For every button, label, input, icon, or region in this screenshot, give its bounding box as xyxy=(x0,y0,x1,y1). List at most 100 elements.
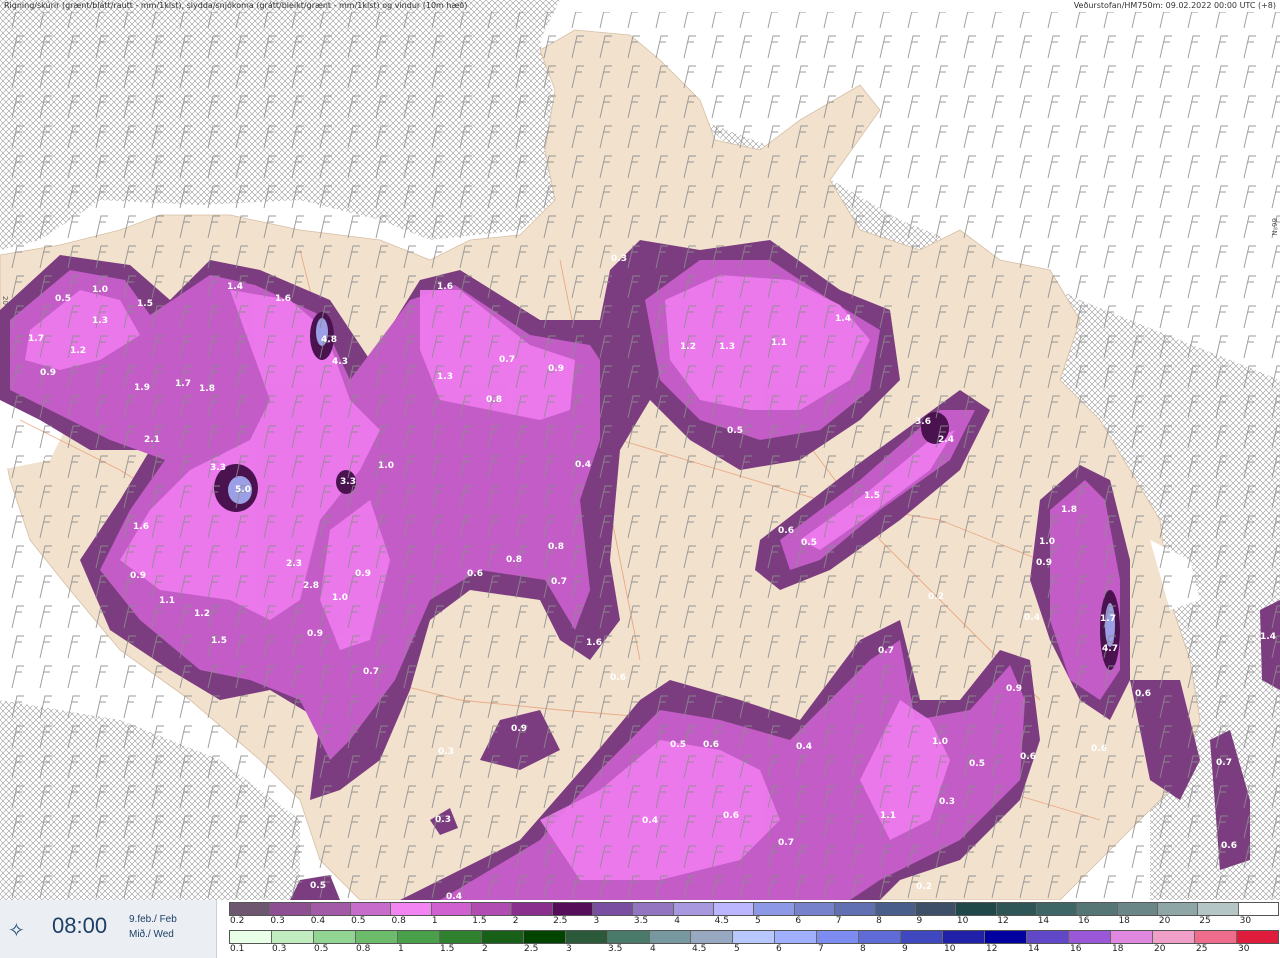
legend-tick-label: 3.5 xyxy=(608,944,623,954)
legend-swatch xyxy=(391,903,432,915)
legend-tick-label: 14 xyxy=(1028,944,1040,954)
precip-value-label: 0.8 xyxy=(548,542,564,552)
precip-value-label: 1.7 xyxy=(28,334,44,344)
legend-tick-label: 8 xyxy=(876,916,882,926)
legend-swatch xyxy=(817,931,860,943)
precip-value-label: 0.9 xyxy=(130,571,146,581)
legend-tick-label: 20 xyxy=(1158,916,1171,926)
precip-value-label: 0.4 xyxy=(575,460,591,470)
precip-value-label: 2.4 xyxy=(938,435,954,445)
precip-value-label: 1.5 xyxy=(137,299,153,309)
legend-tick-label: 1 xyxy=(398,944,404,954)
precip-value-label: 1.4 xyxy=(835,314,851,324)
rain-legend-bar xyxy=(229,930,1279,944)
legend-swatch xyxy=(649,931,692,943)
legend-swatch xyxy=(859,931,902,943)
precip-value-label: 0.3 xyxy=(939,797,955,807)
legend-tick-label: 3 xyxy=(566,944,572,954)
legend-swatch xyxy=(691,931,734,943)
legend-swatch xyxy=(901,931,944,943)
legend-tick-label: 8 xyxy=(860,944,866,954)
legend-swatch xyxy=(512,903,553,915)
precip-value-label: 1.7 xyxy=(1100,614,1116,624)
precip-value-label: 0.4 xyxy=(642,816,658,826)
legend-swatch xyxy=(593,903,634,915)
legend-tick-label: 14 xyxy=(1037,916,1050,926)
precip-value-label: 3.3 xyxy=(210,463,226,473)
precip-value-label: 3.3 xyxy=(340,477,356,487)
legend-swatch xyxy=(313,931,356,943)
precip-value-label: 0.9 xyxy=(307,629,323,639)
legend-tick-label: 5 xyxy=(734,944,740,954)
legend-swatch xyxy=(996,903,1037,915)
legend-swatch xyxy=(230,903,271,915)
legend-tick-label: 0.8 xyxy=(391,916,406,926)
precip-value-label: 2.8 xyxy=(303,581,319,591)
legend-swatch xyxy=(985,931,1028,943)
legend-swatch xyxy=(1036,903,1078,915)
precip-value-label: 1.0 xyxy=(332,593,348,603)
precip-value-label: 1.4 xyxy=(227,282,243,292)
rain-legend-labels: 0.1 0.3 0.5 0.8 1 1.5 2 2.5 3 3.5 4 4.5 5 6 7 8 9 10 12 14 1… xyxy=(229,944,1279,956)
legend-tick-label: 25 xyxy=(1199,916,1211,926)
precip-value-label: 0.9 xyxy=(355,569,371,579)
precip-value-label: 1.6 xyxy=(133,522,149,532)
legend-tick-label: 6 xyxy=(795,916,802,926)
legend-tick-label: 12 xyxy=(986,944,998,954)
precip-value-label: 0.7 xyxy=(551,577,567,587)
legend-swatch xyxy=(230,931,272,943)
legend-swatch xyxy=(397,931,440,943)
legend-tick-label: 30 xyxy=(1239,916,1252,926)
precip-value-label: 0.6 xyxy=(610,673,626,683)
precip-value-label: 0.5 xyxy=(969,759,985,769)
precip-value-label: 0.9 xyxy=(1036,558,1052,568)
precip-value-label: 1.5 xyxy=(864,491,880,501)
legend-swatch xyxy=(472,903,513,915)
legend-swatch xyxy=(633,903,674,915)
time-panel: ✧ 08:00 9.feb./ Feb Mið./ Wed xyxy=(0,900,217,958)
legend-swatch xyxy=(875,903,916,915)
precip-value-label: 0.6 xyxy=(1020,752,1036,762)
precip-value-label: 1.6 xyxy=(586,638,602,648)
precip-value-label: 0.7 xyxy=(1216,758,1232,768)
legend-swatch xyxy=(1117,903,1158,915)
precip-value-label: 0.5 xyxy=(55,294,71,304)
legend-tick-label: 0.8 xyxy=(356,944,371,954)
legend-swatch xyxy=(1157,903,1199,915)
precip-value-label: 0.4 xyxy=(1024,613,1040,623)
precip-value-label: 0.3 xyxy=(438,747,454,757)
precip-value-label: 0.6 xyxy=(703,740,719,750)
precip-value-label: 1.7 xyxy=(175,379,191,389)
legend-swatch xyxy=(270,903,311,915)
precip-value-label: 0.8 xyxy=(486,395,502,405)
legend-swatch xyxy=(439,931,482,943)
legend-tick-label: 1 xyxy=(431,916,438,926)
precip-value-label: 1.4 xyxy=(1260,632,1276,642)
legend-tick-label: 4 xyxy=(674,916,680,926)
legend-swatch xyxy=(1027,931,1070,943)
legend-tick-label: 0.4 xyxy=(310,916,326,926)
precip-value-label: 1.2 xyxy=(194,609,210,619)
precip-value-label: 1.1 xyxy=(159,596,175,606)
legend-tick-label: 10 xyxy=(956,916,969,926)
precip-value-label: 2.1 xyxy=(144,435,160,445)
legend-tick-label: 1.5 xyxy=(440,944,455,954)
precip-value-label: 0.3 xyxy=(435,815,451,825)
legend-tick-label: 5 xyxy=(755,916,761,926)
precip-value-label: 1.9 xyxy=(134,383,150,393)
precip-value-label: 1.8 xyxy=(1061,505,1077,515)
precip-value-label: 4.8 xyxy=(321,335,337,345)
legend-tick-label: 4.5 xyxy=(692,944,707,954)
forecast-weekday: Mið./ Wed xyxy=(129,929,174,940)
precip-value-label: 1.0 xyxy=(1039,537,1055,547)
precip-value-label: 1.0 xyxy=(378,461,394,471)
precip-value-label: 0.2 xyxy=(916,882,932,892)
legend-swatch xyxy=(794,903,836,915)
precip-value-label: 4.3 xyxy=(332,357,348,367)
snow-legend-bar xyxy=(229,902,1279,916)
precip-value-label: 0.7 xyxy=(778,838,794,848)
legend-swatch xyxy=(523,931,566,943)
legend-swatch xyxy=(733,931,776,943)
legend-swatch xyxy=(1152,931,1195,943)
precip-value-label: 0.2 xyxy=(30,453,46,463)
